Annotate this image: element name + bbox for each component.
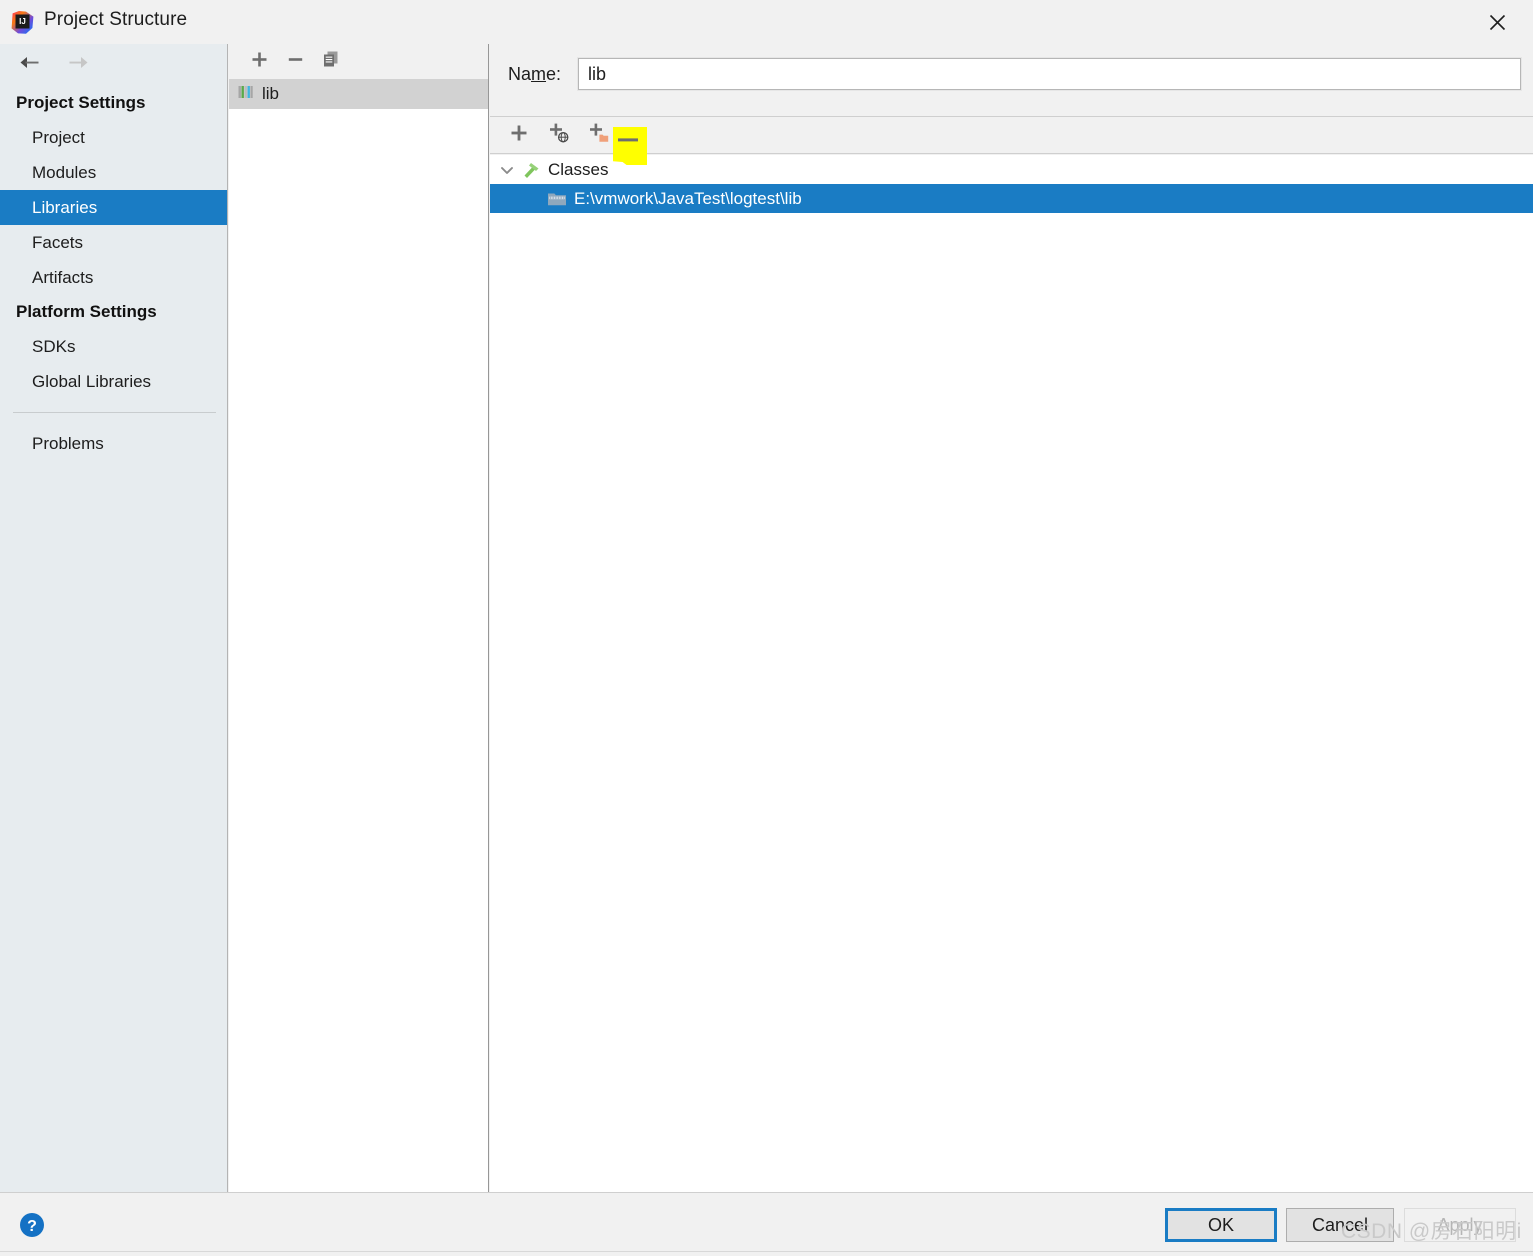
- sidebar-item-project[interactable]: Project: [0, 120, 227, 155]
- sidebar-item-global-libraries[interactable]: Global Libraries: [0, 364, 227, 399]
- plus-globe-icon: [548, 122, 570, 149]
- libraries-list-panel: lib: [229, 44, 489, 1192]
- remove-library-button[interactable]: [277, 47, 313, 77]
- highlight-annotation: [613, 127, 647, 165]
- name-label: Name:: [508, 64, 562, 84]
- dialog-footer: ? OK Cancel Apply: [0, 1192, 1533, 1256]
- name-row: Name:: [490, 44, 1533, 117]
- plus-icon: [509, 123, 529, 148]
- intellij-idea-logo-icon: IJ: [10, 10, 35, 35]
- close-icon: [1489, 14, 1506, 31]
- sidebar-item-sdks[interactable]: SDKs: [0, 329, 227, 364]
- library-icon: [237, 83, 255, 106]
- settings-sidebar: Project Settings Project Modules Librari…: [0, 44, 228, 1192]
- sidebar-item-artifacts[interactable]: Artifacts: [0, 260, 227, 295]
- minus-icon: [618, 134, 642, 146]
- add-root-button[interactable]: [499, 119, 539, 151]
- window-title: Project Structure: [44, 9, 188, 30]
- sidebar-item-facets[interactable]: Facets: [0, 225, 227, 260]
- libraries-toolbar: [229, 44, 488, 79]
- sidebar-item-modules[interactable]: Modules: [0, 155, 227, 190]
- plus-folder-icon: [588, 122, 610, 149]
- help-question-icon: ?: [18, 1213, 46, 1243]
- svg-text:IJ: IJ: [19, 17, 26, 26]
- copy-icon: [321, 49, 341, 74]
- back-button[interactable]: [10, 48, 54, 82]
- add-remote-root-button[interactable]: [539, 119, 579, 151]
- library-roots-tree: Classes E:\vmwork\JavaTest\logtest\lib: [490, 155, 1533, 1192]
- ok-button[interactable]: OK: [1165, 1208, 1277, 1242]
- sidebar-navigation: [0, 44, 227, 86]
- apply-button: Apply: [1404, 1208, 1516, 1242]
- tree-row-label: Classes: [548, 159, 609, 179]
- svg-text:?: ?: [27, 1218, 37, 1235]
- window-bottom-edge: [0, 1251, 1533, 1256]
- project-structure-dialog: IJ Project Structure Project Settings Pr…: [0, 0, 1533, 1256]
- list-item[interactable]: lib: [229, 79, 488, 109]
- tree-row-root-path[interactable]: E:\vmwork\JavaTest\logtest\lib: [490, 184, 1533, 213]
- sidebar-group-platform-settings: Platform Settings: [16, 302, 157, 321]
- sidebar-item-problems[interactable]: Problems: [0, 426, 227, 461]
- copy-library-button[interactable]: [313, 47, 349, 77]
- cancel-button[interactable]: Cancel: [1286, 1208, 1394, 1242]
- forward-button: [54, 48, 98, 82]
- arrow-left-icon: [18, 54, 46, 76]
- close-button[interactable]: [1461, 0, 1533, 44]
- sidebar-item-libraries[interactable]: Libraries: [0, 190, 227, 225]
- minus-icon: [286, 50, 305, 74]
- libraries-list: lib: [229, 79, 488, 1192]
- name-input[interactable]: [578, 58, 1521, 90]
- add-library-button[interactable]: [241, 47, 277, 77]
- plus-icon: [250, 50, 269, 74]
- library-details-panel: Name: lib Classes E:\vmwork\JavaTest\log…: [490, 44, 1533, 1192]
- sidebar-group-project-settings: Project Settings: [16, 93, 146, 112]
- arrow-right-icon: [62, 54, 90, 76]
- title-bar: IJ Project Structure: [0, 0, 1533, 44]
- archive-folder-icon: [546, 190, 568, 208]
- sidebar-divider: [13, 412, 216, 413]
- list-item-label: lib: [262, 84, 280, 103]
- tree-row-label: E:\vmwork\JavaTest\logtest\lib: [574, 188, 802, 208]
- help-button[interactable]: ?: [18, 1211, 46, 1239]
- classes-hammer-icon: [520, 160, 542, 180]
- chevron-down-icon[interactable]: [494, 162, 520, 178]
